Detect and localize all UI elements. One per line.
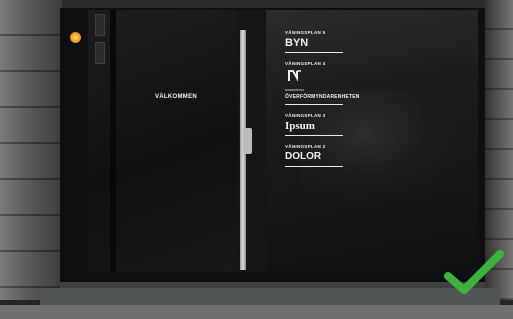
entrance-photo: VÄLKOMMEN VÅNINGSPLAN 5 BYN VÅNINGSPLAN …: [0, 0, 513, 319]
floor-entry: VÅNINGSPLAN 4 NORRKÖPING ÖVERFÖRMYNDAREN…: [285, 61, 360, 105]
tenant-name: Ipsum: [285, 120, 315, 132]
checkmark-icon: [444, 250, 504, 294]
tenant-name: ÖVERFÖRMYNDARENHETEN: [285, 94, 360, 100]
divider: [285, 166, 343, 167]
door-lock: [243, 128, 252, 154]
stone-wall-left: [0, 0, 62, 300]
welcome-sign: VÄLKOMMEN: [155, 94, 198, 100]
floor-entry: VÅNINGSPLAN 5 BYN: [285, 30, 355, 53]
hinge: [95, 14, 105, 36]
floor-label: VÅNINGSPLAN 2: [285, 144, 326, 149]
hinge: [95, 42, 105, 64]
floor-entry: VÅNINGSPLAN 2 DOLOR: [285, 144, 355, 167]
sidewalk: [0, 305, 513, 319]
floor-entry: VÅNINGSPLAN 3 Ipsum: [285, 113, 355, 136]
logo-text: NORRKÖPING: [285, 88, 305, 92]
frame-post: [110, 10, 116, 272]
floor-label: VÅNINGSPLAN 5: [285, 30, 326, 35]
divider: [285, 135, 343, 136]
floor-label: VÅNINGSPLAN 4: [285, 61, 326, 66]
divider: [285, 104, 343, 105]
tenant-name: BYN: [285, 37, 309, 49]
door-indicator-lamp: [70, 32, 81, 43]
tenant-name: DOLOR: [285, 151, 322, 162]
floor-label: VÅNINGSPLAN 3: [285, 113, 326, 118]
divider: [285, 52, 343, 53]
tenant-directory: VÅNINGSPLAN 5 BYN VÅNINGSPLAN 4 NORRKÖPI…: [285, 30, 360, 175]
norrkoping-logo-icon: [288, 70, 301, 82]
